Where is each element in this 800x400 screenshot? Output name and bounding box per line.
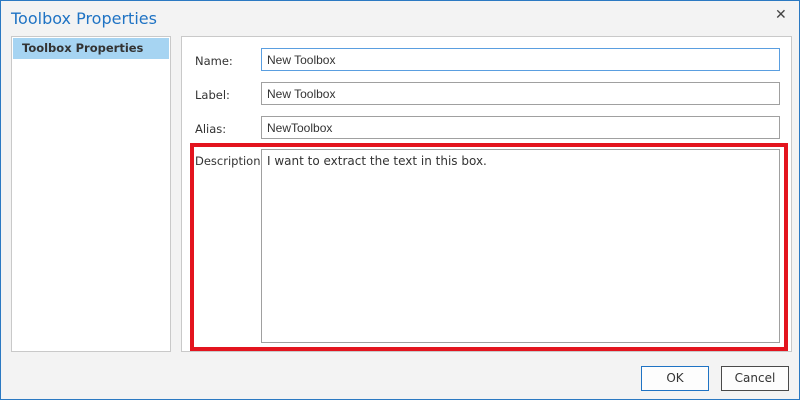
alias-label: Alias: [195,122,227,136]
name-label: Name: [195,54,233,68]
label-input[interactable] [261,82,780,105]
nav-pane: Toolbox Properties [11,36,171,352]
description-label: Description: [195,154,265,168]
description-textarea[interactable]: I want to extract the text in this box. [261,149,780,343]
ok-button[interactable]: OK [641,366,709,391]
name-input[interactable] [261,48,780,71]
label-label: Label: [195,88,230,102]
toolbox-properties-dialog: Toolbox Properties ✕ Toolbox Properties … [0,0,800,400]
alias-input[interactable] [261,116,780,139]
cancel-button[interactable]: Cancel [721,366,789,391]
nav-item-toolbox-properties[interactable]: Toolbox Properties [13,38,169,59]
dialog-title: Toolbox Properties [11,9,157,28]
close-icon[interactable]: ✕ [775,7,787,23]
